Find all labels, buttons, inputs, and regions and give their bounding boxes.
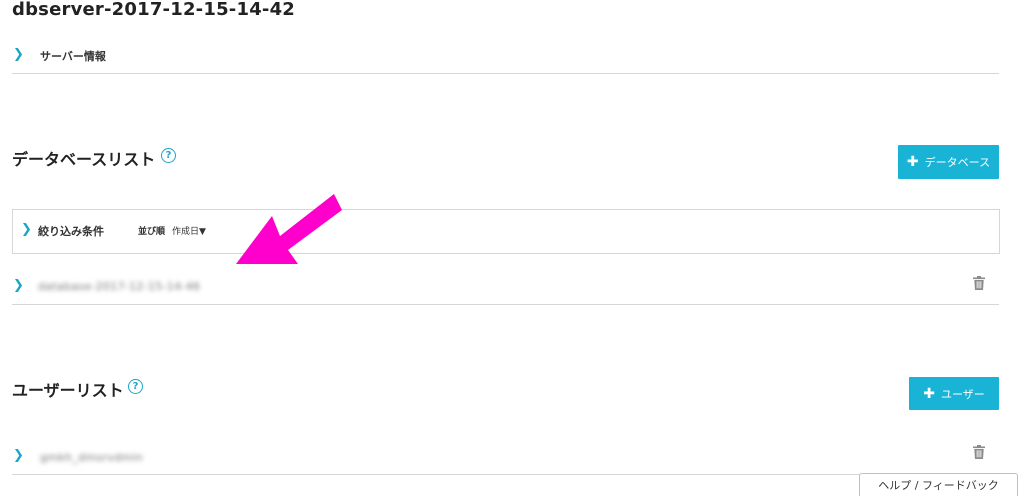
add-database-label: データベース xyxy=(924,156,991,169)
sort-label: 並び順 xyxy=(138,227,166,237)
page-title: dbserver-2017-12-15-14-42 xyxy=(12,0,296,20)
user-list-title: ユーザーリスト xyxy=(12,381,124,400)
help-icon[interactable]: ? xyxy=(128,379,143,394)
divider xyxy=(12,304,999,305)
filter-label[interactable]: 絞り込み条件 xyxy=(38,223,104,239)
trash-icon[interactable] xyxy=(973,445,985,459)
chevron-right-icon[interactable]: ❯ xyxy=(13,47,24,62)
chevron-right-icon[interactable]: ❯ xyxy=(13,278,24,293)
database-list-title: データベースリスト xyxy=(12,150,156,169)
annotation-arrow-icon xyxy=(236,194,342,264)
add-user-label: ユーザー xyxy=(940,387,985,401)
chevron-right-icon[interactable]: ❯ xyxy=(21,222,32,237)
plus-icon: ✚ xyxy=(923,385,935,402)
chevron-right-icon[interactable]: ❯ xyxy=(13,448,24,463)
database-item-name[interactable]: database-2017-12-15-14-46 xyxy=(38,280,200,293)
help-icon[interactable]: ? xyxy=(161,148,176,163)
trash-icon[interactable] xyxy=(973,276,985,290)
sort-select[interactable]: 作成日▼ xyxy=(172,224,206,237)
help-feedback-tab[interactable]: ヘルプ / フィードバック xyxy=(859,473,1018,496)
server-info-label[interactable]: サーバー情報 xyxy=(40,48,106,64)
add-database-button[interactable]: ✚ データベース xyxy=(898,145,999,179)
add-user-button[interactable]: ✚ ユーザー xyxy=(909,377,999,410)
plus-icon: ✚ xyxy=(906,154,919,170)
user-item-name[interactable]: gmkh_dmsrvdmin xyxy=(40,451,143,464)
divider xyxy=(12,474,999,475)
divider xyxy=(12,73,999,74)
